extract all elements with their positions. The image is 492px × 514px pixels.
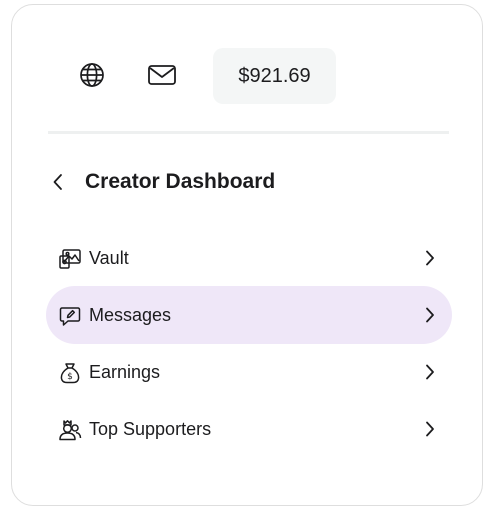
page-title: Creator Dashboard [85,170,276,193]
money-bag-icon: $ [58,361,82,385]
menu-item-label: Vault [89,248,129,268]
menu-item-vault[interactable]: Vault [46,229,452,287]
dashboard-menu: Vault Messages $ Earnings Top Supporters [46,229,452,457]
menu-item-label: Messages [89,305,172,325]
chevron-right-icon [420,248,440,268]
messages-icon [58,304,82,328]
creator-menu-panel: $921.69 Creator Dashboard Vault Messages… [11,4,483,506]
menu-item-earnings[interactable]: $ Earnings [46,343,452,401]
language-button[interactable] [70,53,114,97]
supporters-icon [58,418,82,442]
chevron-left-icon [51,172,65,197]
mail-button[interactable] [140,53,184,97]
divider [48,131,449,134]
menu-header: Creator Dashboard [12,155,482,213]
chevron-right-icon [420,419,440,439]
vault-icon [58,247,82,271]
globe-icon [79,62,105,88]
balance-badge[interactable]: $921.69 [213,48,336,104]
menu-item-label: Earnings [89,362,161,382]
menu-item-top-supporters[interactable]: Top Supporters [46,400,452,458]
back-button[interactable] [42,162,74,206]
envelope-icon [147,63,177,87]
menu-item-label: Top Supporters [89,419,212,439]
chevron-right-icon [420,305,440,325]
chevron-right-icon [420,362,440,382]
top-bar: $921.69 [12,5,482,135]
svg-text:$: $ [67,372,73,382]
menu-item-messages[interactable]: Messages [46,286,452,344]
